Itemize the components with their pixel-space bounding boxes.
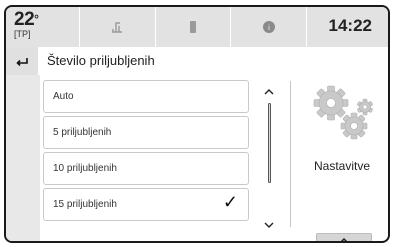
tab-phone[interactable] bbox=[79, 7, 155, 47]
gears-icon bbox=[313, 85, 373, 140]
expand-button[interactable] bbox=[316, 233, 372, 241]
list-item-5[interactable]: 5 priljubljenih bbox=[43, 116, 249, 149]
temperature-value-row: 22° bbox=[14, 9, 39, 30]
settings-label: Nastavitve bbox=[313, 159, 371, 173]
check-icon: ✓ bbox=[222, 192, 238, 212]
list-item-15[interactable]: 15 priljubljenih ✓ bbox=[43, 188, 249, 221]
phone-icon bbox=[112, 22, 123, 33]
scroll-down-icon[interactable] bbox=[263, 221, 275, 229]
temperature-display: 22° [TP] bbox=[14, 9, 39, 40]
tab-phone-device[interactable] bbox=[154, 7, 231, 47]
back-arrow-icon bbox=[16, 58, 28, 66]
left-strip bbox=[6, 75, 40, 241]
back-button[interactable] bbox=[6, 47, 38, 75]
page-header: Število priljubljenih bbox=[6, 47, 388, 75]
clock: 14:22 bbox=[328, 16, 372, 35]
list-item-label: Auto bbox=[53, 91, 74, 102]
page-title: Število priljubljenih bbox=[47, 53, 155, 68]
tab-info[interactable]: i bbox=[230, 7, 308, 47]
screen-frame: 22° [TP] i 14:22 Število priljubljenih A… bbox=[4, 5, 390, 243]
chevron-up-icon bbox=[340, 237, 348, 241]
list-item-label: 15 priljubljenih bbox=[53, 199, 117, 210]
status-bar: 22° [TP] i 14:22 bbox=[6, 7, 388, 47]
list-item-10[interactable]: 10 priljubljenih bbox=[43, 152, 249, 185]
info-circle-icon: i bbox=[262, 21, 275, 33]
scroll-up-icon[interactable] bbox=[263, 88, 275, 96]
app-tabs: i bbox=[79, 7, 308, 47]
temperature-mode: [TP] bbox=[14, 29, 31, 39]
list-item-label: 10 priljubljenih bbox=[53, 163, 117, 174]
settings-button[interactable]: Nastavitve bbox=[302, 77, 382, 187]
list-item-label: 5 priljubljenih bbox=[53, 127, 112, 138]
list-item-auto[interactable]: Auto bbox=[43, 80, 249, 113]
temperature-value: 22 bbox=[14, 9, 35, 30]
phone-battery-icon bbox=[190, 21, 196, 33]
temperature-unit: ° bbox=[34, 12, 39, 26]
scrollbar-thumb[interactable] bbox=[268, 103, 271, 183]
panel-divider bbox=[290, 81, 291, 227]
